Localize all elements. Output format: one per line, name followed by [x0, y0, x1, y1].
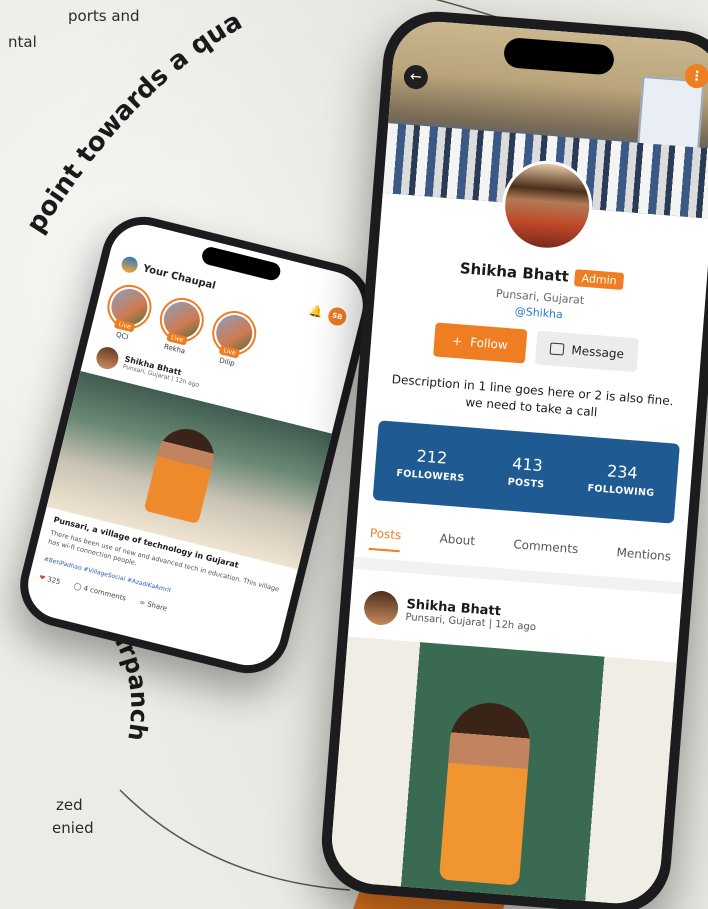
profile-description: Description in 1 line goes here or 2 is …	[391, 372, 675, 420]
tab-mentions[interactable]: Mentions	[615, 545, 672, 573]
admin-badge: Admin	[574, 268, 625, 290]
message-button[interactable]: Message	[534, 330, 640, 373]
story-item[interactable]: Live Rekha	[152, 293, 209, 358]
follow-button[interactable]: + Follow	[432, 322, 527, 364]
stat-followers[interactable]: 212 FOLLOWERS	[396, 445, 467, 484]
tab-posts[interactable]: Posts	[368, 525, 402, 553]
post-actions: ❤ 325 ◯ 4 comments ∞ Share	[38, 573, 167, 613]
author-avatar	[362, 589, 400, 627]
stat-following[interactable]: 234 FOLLOWING	[587, 460, 656, 499]
profile-name: Shikha Bhatt	[459, 259, 570, 286]
stat-value: 234	[606, 461, 639, 483]
stat-label: POSTS	[507, 476, 545, 491]
message-label: Message	[570, 343, 625, 362]
comments-button[interactable]: ◯ 4 comments	[73, 582, 127, 603]
comment-icon: ◯	[72, 581, 83, 592]
post-header[interactable]: Shikha Bhatt Punsari, Gujarat | 12h ago	[362, 589, 538, 637]
user-avatar[interactable]: SB	[326, 305, 349, 328]
plus-icon: +	[451, 333, 463, 349]
phone-profile-mockup: ← ⋮ Shikha Bhatt Admin Punsari, Gujarat …	[317, 7, 708, 909]
story-item[interactable]: Live Dilip	[205, 306, 261, 371]
story-name: QCI	[115, 330, 130, 342]
share-button[interactable]: ∞ Share	[139, 598, 168, 613]
tab-about[interactable]: About	[438, 531, 475, 558]
heart-icon: ❤	[38, 573, 47, 583]
bell-icon[interactable]: 🔔	[308, 303, 324, 319]
message-icon	[549, 342, 564, 356]
woman-figure	[439, 699, 533, 886]
arc-headline-top: point towards a qua	[21, 6, 248, 238]
like-button[interactable]: ❤ 325	[38, 573, 61, 586]
story-name: Dilip	[218, 356, 236, 368]
tab-comments[interactable]: Comments	[512, 537, 579, 566]
post-image[interactable]	[328, 636, 677, 907]
stat-posts[interactable]: 413 POSTS	[507, 454, 546, 491]
author-avatar	[94, 344, 121, 372]
follow-label: Follow	[469, 335, 509, 353]
stat-label: FOLLOWING	[587, 482, 655, 500]
stat-value: 212	[415, 446, 448, 468]
stats-panel: 212 FOLLOWERS 413 POSTS 234 FOLLOWING	[372, 420, 680, 524]
app-logo-icon	[119, 255, 140, 275]
stat-label: FOLLOWERS	[396, 467, 465, 485]
profile-screen: ← ⋮ Shikha Bhatt Admin Punsari, Gujarat …	[328, 18, 708, 907]
story-item[interactable]: Live QCI	[100, 280, 157, 345]
woman-figure	[143, 423, 220, 524]
share-icon: ∞	[138, 598, 147, 608]
stat-value: 413	[511, 453, 544, 476]
